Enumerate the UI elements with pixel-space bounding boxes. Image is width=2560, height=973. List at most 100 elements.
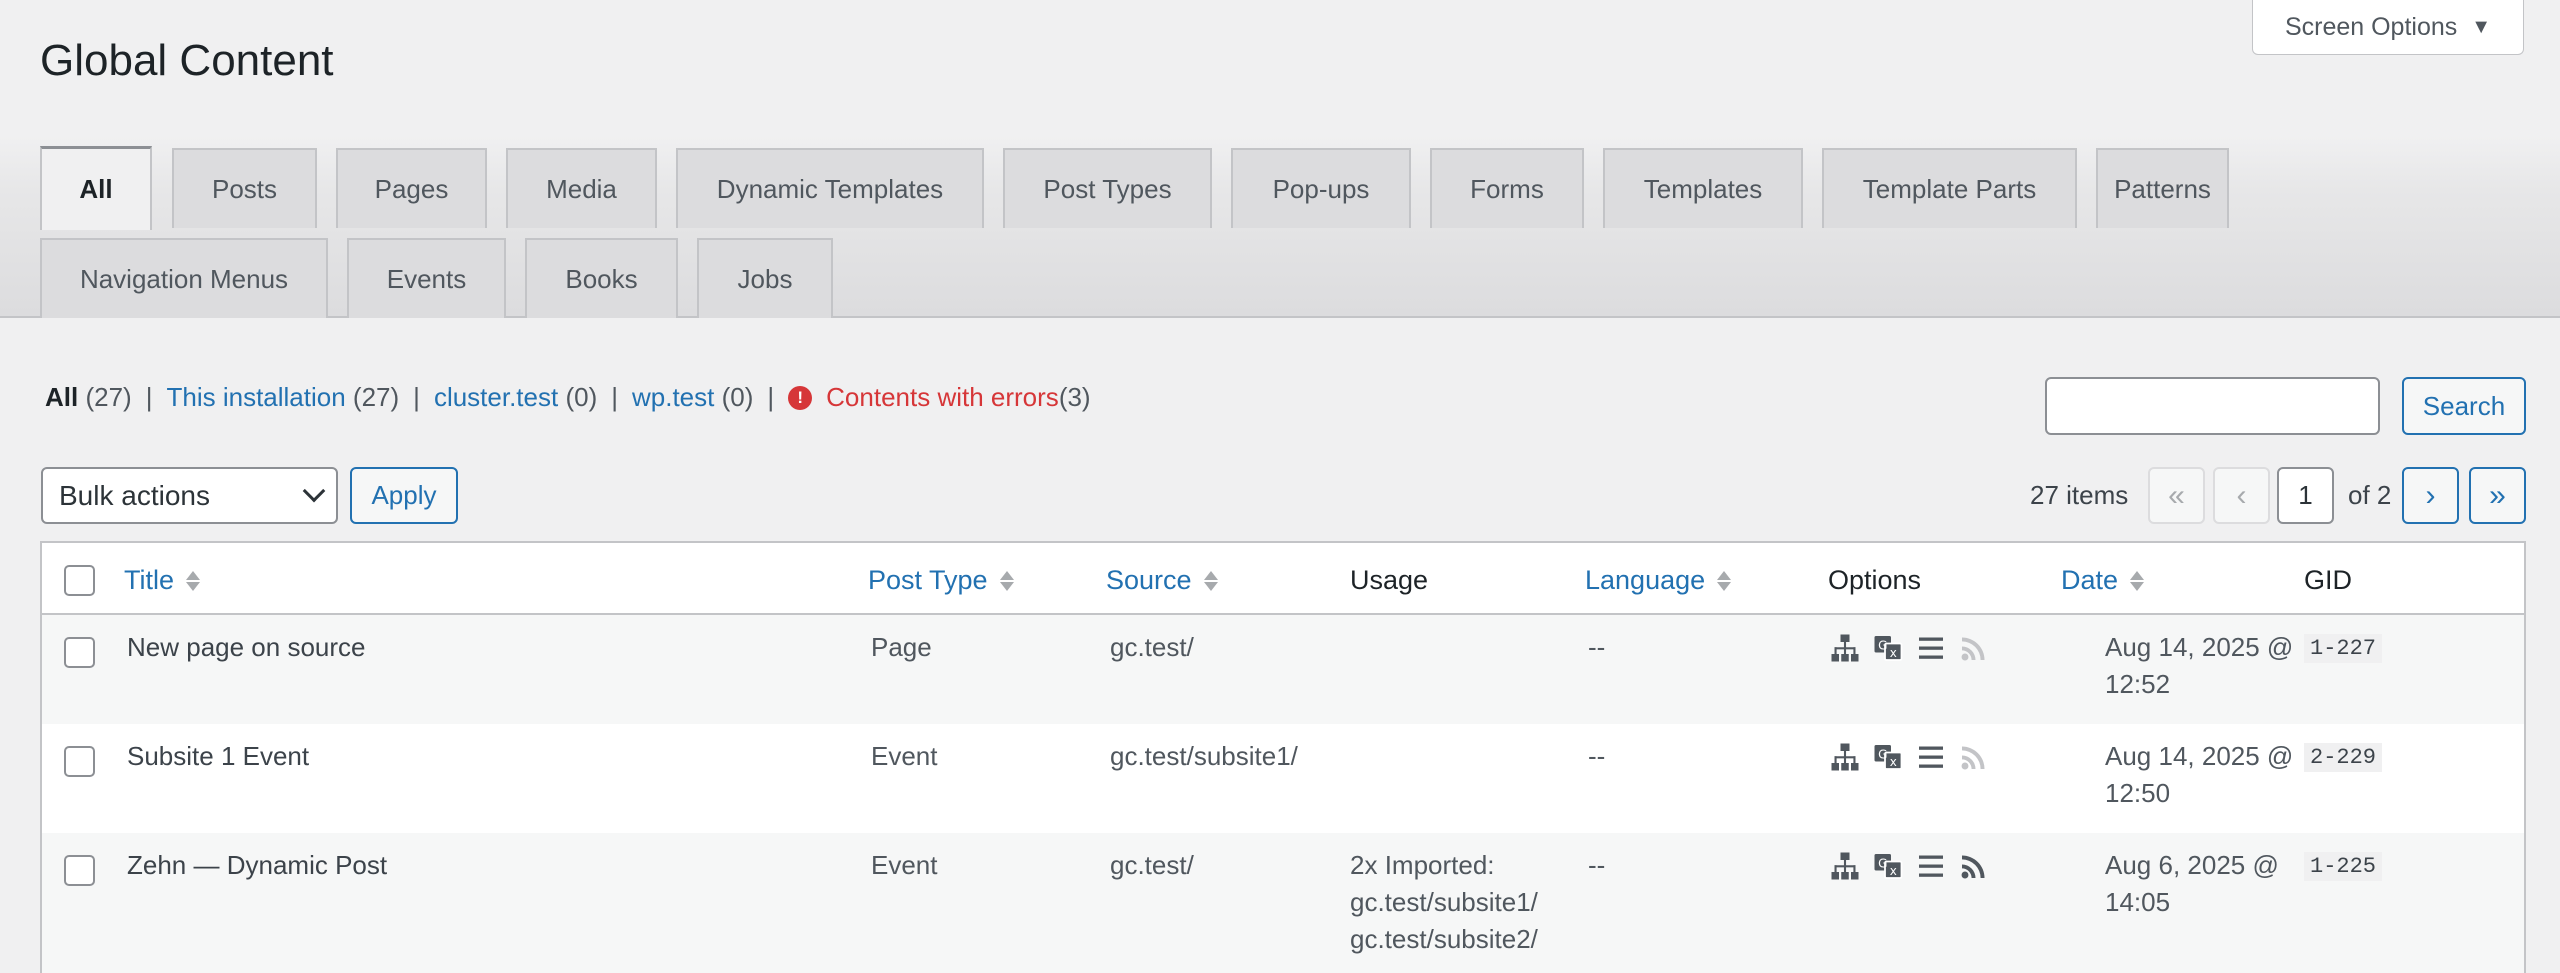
row-date-line1: Aug 6, 2025 @ — [2105, 850, 2279, 880]
tab-jobs[interactable]: Jobs — [697, 238, 833, 318]
current-page-input[interactable]: 1 — [2277, 467, 2334, 524]
list-icon[interactable] — [1916, 742, 1946, 772]
sort-icon — [1203, 570, 1218, 591]
apply-button[interactable]: Apply — [350, 467, 458, 524]
svg-text:x: x — [1890, 646, 1897, 660]
view-wp-count: (0) — [721, 382, 754, 412]
tab-templates[interactable]: Templates — [1603, 148, 1803, 228]
rss-icon[interactable] — [1959, 633, 1989, 663]
row-date-line2: 12:52 — [2105, 669, 2171, 699]
tab-patterns[interactable]: Patterns — [2096, 148, 2229, 228]
list-icon[interactable] — [1916, 851, 1946, 881]
rss-icon[interactable] — [1959, 742, 1989, 772]
row-language: -- — [1588, 850, 1606, 880]
first-page-button[interactable]: « — [2148, 467, 2205, 524]
row-source-link[interactable]: gc.test/subsite1/ — [1110, 738, 1298, 775]
tab-pop-ups[interactable]: Pop-ups — [1231, 148, 1411, 228]
row-gid: 2-229 — [2304, 743, 2383, 772]
screen-options-button[interactable]: Screen Options ▼ — [2252, 0, 2524, 55]
row-title[interactable]: Zehn — Dynamic Post — [127, 847, 387, 884]
search-button[interactable]: Search — [2402, 377, 2526, 435]
row-post-type: Event — [871, 850, 938, 880]
sitemap-icon[interactable] — [1830, 851, 1860, 881]
next-page-button[interactable]: › — [2402, 467, 2459, 524]
translate-icon[interactable]: Gx — [1873, 851, 1903, 881]
sort-icon — [1717, 570, 1732, 591]
row-date-line1: Aug 14, 2025 @ — [2105, 741, 2294, 771]
view-separator: | — [413, 382, 420, 412]
row-date-line2: 12:50 — [2105, 778, 2171, 808]
view-installation-link[interactable]: This installation — [166, 382, 345, 413]
usage-link[interactable]: gc.test/subsite2/ — [1350, 921, 1538, 958]
view-wp-link[interactable]: wp.test — [632, 382, 714, 413]
column-source[interactable]: Source — [1106, 565, 1218, 596]
tab-posts[interactable]: Posts — [172, 148, 317, 228]
view-errors-link[interactable]: Contents with errors — [826, 382, 1059, 413]
column-options: Options — [1828, 565, 1922, 595]
row-checkbox[interactable] — [64, 746, 95, 777]
chevron-down-icon — [302, 479, 326, 503]
tab-post-types[interactable]: Post Types — [1003, 148, 1212, 228]
table-row: New page on source Page gc.test/ -- Gx A… — [42, 615, 2524, 724]
view-cluster-link[interactable]: cluster.test — [434, 382, 558, 413]
row-checkbox[interactable] — [64, 637, 95, 668]
table-header: Title Post Type Source Usage Language Op… — [42, 543, 2524, 615]
prev-page-button[interactable]: ‹ — [2213, 467, 2270, 524]
tab-media[interactable]: Media — [506, 148, 657, 228]
view-cluster-count: (0) — [565, 382, 598, 412]
row-date-line1: Aug 14, 2025 @ — [2105, 632, 2294, 662]
row-options: Gx — [1830, 851, 1989, 881]
view-filters: All (27) | This installation (27) | clus… — [45, 382, 1091, 413]
row-post-type: Event — [871, 741, 938, 771]
tab-books[interactable]: Books — [525, 238, 678, 318]
column-language[interactable]: Language — [1585, 565, 1732, 596]
column-title[interactable]: Title — [124, 565, 201, 596]
caret-down-icon: ▼ — [2471, 15, 2492, 38]
list-icon[interactable] — [1916, 633, 1946, 663]
row-source-link[interactable]: gc.test/ — [1110, 847, 1194, 884]
total-pages: of 2 — [2348, 480, 2392, 510]
row-language: -- — [1588, 741, 1606, 771]
row-checkbox[interactable] — [64, 855, 95, 886]
bulk-actions-select[interactable]: Bulk actions — [41, 467, 338, 524]
rss-icon[interactable] — [1959, 851, 1989, 881]
usage-link[interactable]: gc.test/subsite1/ — [1350, 884, 1538, 921]
tab-all[interactable]: All — [40, 146, 152, 230]
row-title[interactable]: Subsite 1 Event — [127, 738, 309, 775]
row-title[interactable]: New page on source — [127, 629, 365, 666]
sitemap-icon[interactable] — [1830, 633, 1860, 663]
column-gid: GID — [2304, 565, 2353, 595]
sort-icon — [186, 570, 201, 591]
last-page-button[interactable]: » — [2469, 467, 2526, 524]
tab-forms[interactable]: Forms — [1430, 148, 1584, 228]
row-gid: 1-225 — [2304, 852, 2383, 881]
column-date-label: Date — [2061, 565, 2119, 595]
svg-text:G: G — [1878, 639, 1887, 653]
column-source-label: Source — [1106, 565, 1192, 595]
screen-options-label: Screen Options — [2284, 12, 2458, 41]
sitemap-icon[interactable] — [1830, 742, 1860, 772]
tab-pages[interactable]: Pages — [336, 148, 487, 228]
select-all-checkbox[interactable] — [64, 565, 95, 596]
tab-dynamic-templates[interactable]: Dynamic Templates — [676, 148, 984, 228]
view-all-link[interactable]: All — [45, 382, 78, 413]
view-errors-count: (3) — [1058, 382, 1091, 412]
error-icon: ! — [788, 385, 813, 410]
tab-navigation-menus[interactable]: Navigation Menus — [40, 238, 328, 318]
svg-text:x: x — [1890, 755, 1897, 769]
tab-template-parts[interactable]: Template Parts — [1822, 148, 2077, 228]
content-table: Title Post Type Source Usage Language Op… — [40, 541, 2526, 973]
row-source-link[interactable]: gc.test/ — [1110, 629, 1194, 666]
view-all-count: (27) — [85, 382, 132, 412]
tab-events[interactable]: Events — [347, 238, 506, 318]
search-input[interactable] — [2045, 377, 2380, 435]
translate-icon[interactable]: Gx — [1873, 633, 1903, 663]
view-separator: | — [611, 382, 618, 412]
view-separator: | — [767, 382, 775, 412]
usage-label: Imported: — [1377, 850, 1495, 880]
translate-icon[interactable]: Gx — [1873, 742, 1903, 772]
column-date[interactable]: Date — [2061, 565, 2145, 596]
column-title-label: Title — [124, 565, 175, 595]
row-language: -- — [1588, 632, 1606, 662]
column-post-type[interactable]: Post Type — [868, 565, 1014, 596]
